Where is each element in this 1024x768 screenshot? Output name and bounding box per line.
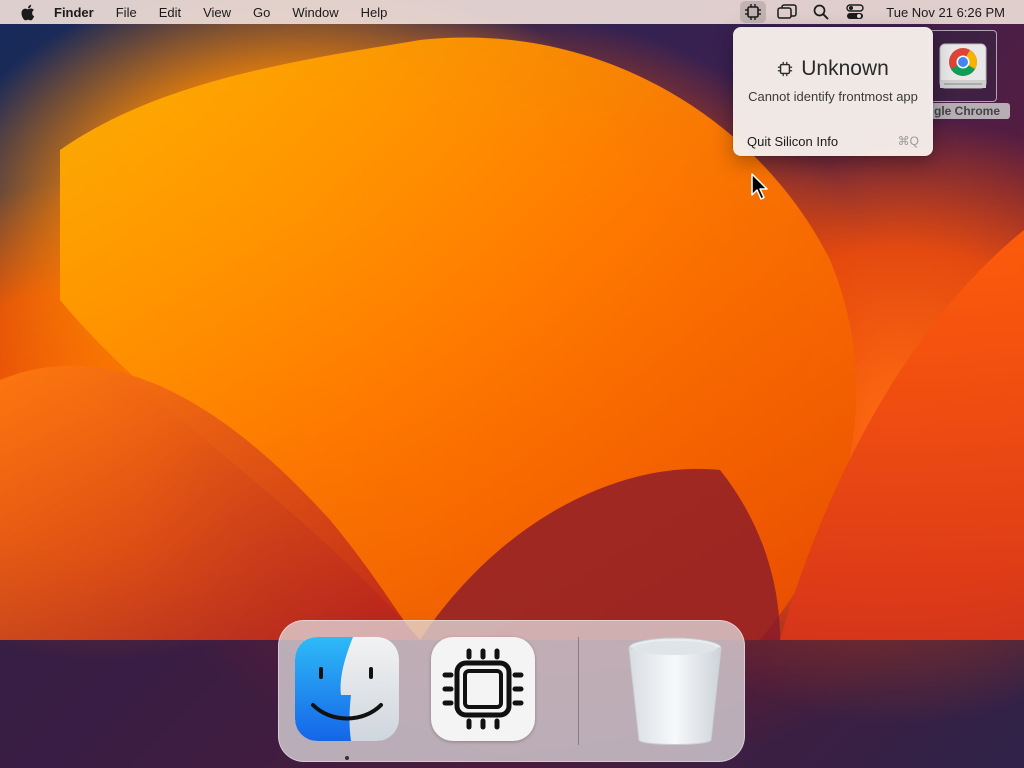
menu-help[interactable]: Help: [361, 5, 388, 20]
menu-subtitle: Cannot identify frontmost app: [748, 89, 918, 104]
menu-title-text: Unknown: [801, 57, 889, 80]
dock-trash[interactable]: [625, 632, 725, 750]
apple-logo-icon[interactable]: [19, 4, 36, 21]
menu-window[interactable]: Window: [292, 5, 338, 20]
status-area: Tue Nov 21 6:26 PM: [732, 0, 1024, 24]
chip-icon: [778, 61, 793, 77]
spotlight-status-item[interactable]: [808, 1, 834, 23]
dock-silicon-info[interactable]: [431, 637, 535, 741]
screen-mirroring-status-item[interactable]: [774, 1, 800, 23]
dock-separator: [578, 637, 579, 745]
desktop-icon-chrome[interactable]: [929, 30, 997, 102]
trash-icon: [628, 637, 722, 745]
menu-title: Unknown: [733, 57, 933, 81]
toggles-icon: [846, 4, 864, 19]
mouse-cursor-icon: [751, 173, 768, 200]
finder-icon: [295, 637, 399, 741]
menu-bar: Finder File Edit View Go Window Help Tue…: [0, 0, 1024, 24]
silicon-info-status-item[interactable]: [740, 1, 767, 23]
dock: [278, 620, 745, 762]
chip-icon: [442, 648, 524, 730]
windows-icon: [777, 4, 797, 19]
menu-go[interactable]: Go: [253, 5, 270, 20]
menubar-clock[interactable]: Tue Nov 21 6:26 PM: [886, 5, 1005, 20]
quit-shortcut: ⌘Q: [897, 134, 919, 148]
silicon-info-menu: Unknown Cannot identify frontmost app Qu…: [733, 27, 933, 156]
search-icon: [813, 4, 829, 20]
finder-running-indicator: [345, 756, 349, 760]
menu-edit[interactable]: Edit: [159, 5, 181, 20]
menu-app-name[interactable]: Finder: [54, 5, 94, 20]
menu-view[interactable]: View: [203, 5, 231, 20]
desktop-icon-label[interactable]: gle Chrome: [930, 103, 1010, 119]
menu-file[interactable]: File: [116, 5, 137, 20]
chrome-disk-icon: [939, 43, 987, 89]
chip-icon: [745, 4, 762, 20]
control-center-status-item[interactable]: [842, 1, 868, 23]
dock-finder[interactable]: [295, 637, 399, 741]
quit-menu-item[interactable]: Quit Silicon Info: [747, 134, 838, 149]
